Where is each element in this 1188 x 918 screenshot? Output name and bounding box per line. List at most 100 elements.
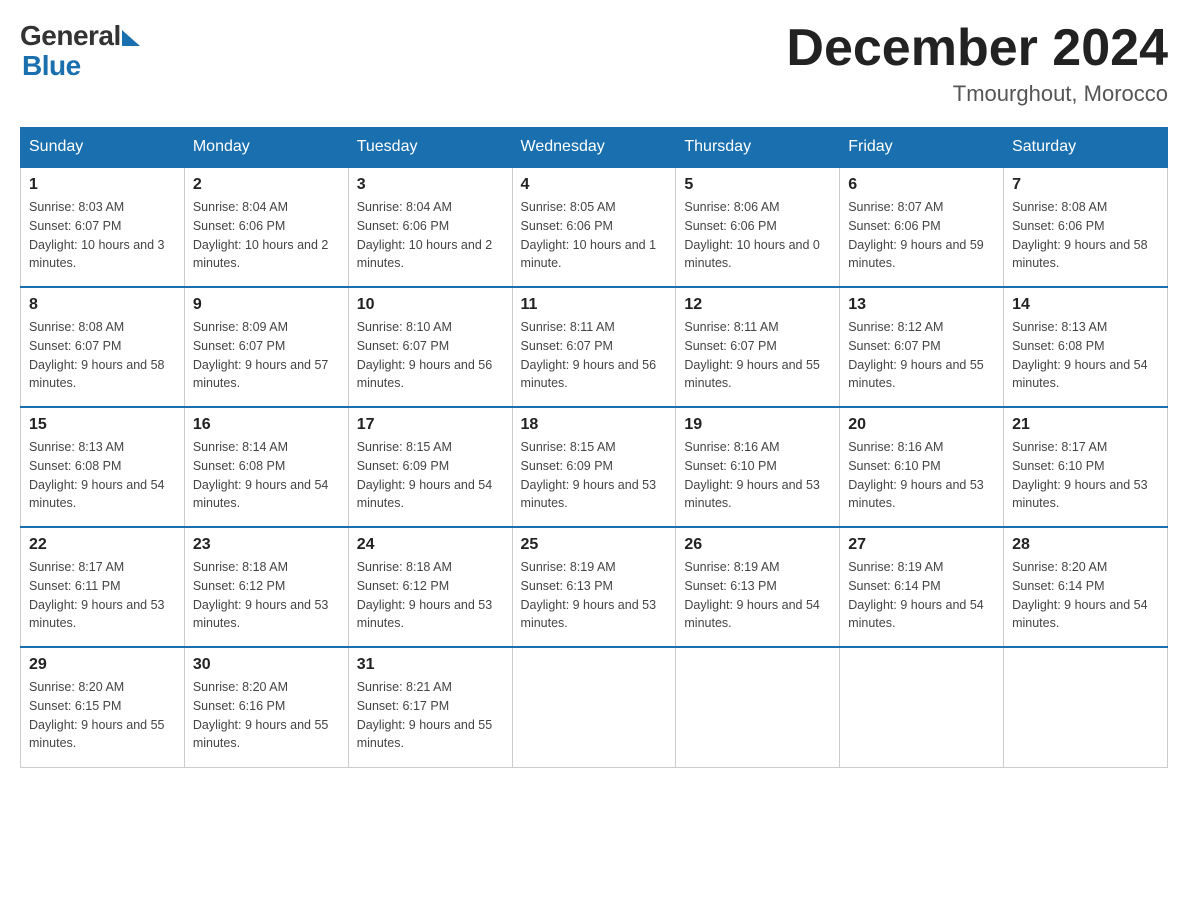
col-wednesday: Wednesday bbox=[512, 128, 676, 168]
table-row: 31 Sunrise: 8:21 AM Sunset: 6:17 PM Dayl… bbox=[348, 647, 512, 767]
day-info: Sunrise: 8:18 AM Sunset: 6:12 PM Dayligh… bbox=[193, 558, 340, 633]
table-row: 14 Sunrise: 8:13 AM Sunset: 6:08 PM Dayl… bbox=[1004, 287, 1168, 407]
table-row: 22 Sunrise: 8:17 AM Sunset: 6:11 PM Dayl… bbox=[21, 527, 185, 647]
day-info: Sunrise: 8:19 AM Sunset: 6:13 PM Dayligh… bbox=[684, 558, 831, 633]
day-number: 30 bbox=[193, 656, 340, 674]
calendar-header-row: Sunday Monday Tuesday Wednesday Thursday… bbox=[21, 128, 1168, 168]
day-number: 13 bbox=[848, 296, 995, 314]
day-number: 12 bbox=[684, 296, 831, 314]
col-monday: Monday bbox=[184, 128, 348, 168]
table-row: 24 Sunrise: 8:18 AM Sunset: 6:12 PM Dayl… bbox=[348, 527, 512, 647]
day-info: Sunrise: 8:16 AM Sunset: 6:10 PM Dayligh… bbox=[848, 438, 995, 513]
calendar-week-row: 8 Sunrise: 8:08 AM Sunset: 6:07 PM Dayli… bbox=[21, 287, 1168, 407]
table-row: 3 Sunrise: 8:04 AM Sunset: 6:06 PM Dayli… bbox=[348, 167, 512, 287]
table-row: 30 Sunrise: 8:20 AM Sunset: 6:16 PM Dayl… bbox=[184, 647, 348, 767]
table-row: 28 Sunrise: 8:20 AM Sunset: 6:14 PM Dayl… bbox=[1004, 527, 1168, 647]
day-info: Sunrise: 8:20 AM Sunset: 6:14 PM Dayligh… bbox=[1012, 558, 1159, 633]
day-info: Sunrise: 8:08 AM Sunset: 6:06 PM Dayligh… bbox=[1012, 198, 1159, 273]
day-number: 9 bbox=[193, 296, 340, 314]
day-info: Sunrise: 8:15 AM Sunset: 6:09 PM Dayligh… bbox=[521, 438, 668, 513]
table-row: 5 Sunrise: 8:06 AM Sunset: 6:06 PM Dayli… bbox=[676, 167, 840, 287]
day-number: 26 bbox=[684, 536, 831, 554]
day-number: 28 bbox=[1012, 536, 1159, 554]
day-number: 15 bbox=[29, 416, 176, 434]
day-number: 2 bbox=[193, 176, 340, 194]
day-info: Sunrise: 8:20 AM Sunset: 6:15 PM Dayligh… bbox=[29, 678, 176, 753]
table-row: 17 Sunrise: 8:15 AM Sunset: 6:09 PM Dayl… bbox=[348, 407, 512, 527]
table-row: 4 Sunrise: 8:05 AM Sunset: 6:06 PM Dayli… bbox=[512, 167, 676, 287]
title-area: December 2024 Tmourghout, Morocco bbox=[786, 20, 1168, 107]
day-number: 23 bbox=[193, 536, 340, 554]
day-number: 5 bbox=[684, 176, 831, 194]
day-number: 17 bbox=[357, 416, 504, 434]
day-number: 29 bbox=[29, 656, 176, 674]
logo-triangle-icon bbox=[122, 30, 140, 46]
day-info: Sunrise: 8:13 AM Sunset: 6:08 PM Dayligh… bbox=[1012, 318, 1159, 393]
table-row: 6 Sunrise: 8:07 AM Sunset: 6:06 PM Dayli… bbox=[840, 167, 1004, 287]
day-number: 14 bbox=[1012, 296, 1159, 314]
table-row: 16 Sunrise: 8:14 AM Sunset: 6:08 PM Dayl… bbox=[184, 407, 348, 527]
day-number: 24 bbox=[357, 536, 504, 554]
logo-general: General bbox=[20, 20, 121, 52]
day-info: Sunrise: 8:11 AM Sunset: 6:07 PM Dayligh… bbox=[521, 318, 668, 393]
day-info: Sunrise: 8:04 AM Sunset: 6:06 PM Dayligh… bbox=[193, 198, 340, 273]
table-row: 26 Sunrise: 8:19 AM Sunset: 6:13 PM Dayl… bbox=[676, 527, 840, 647]
day-info: Sunrise: 8:15 AM Sunset: 6:09 PM Dayligh… bbox=[357, 438, 504, 513]
table-row: 15 Sunrise: 8:13 AM Sunset: 6:08 PM Dayl… bbox=[21, 407, 185, 527]
table-row: 1 Sunrise: 8:03 AM Sunset: 6:07 PM Dayli… bbox=[21, 167, 185, 287]
table-row: 11 Sunrise: 8:11 AM Sunset: 6:07 PM Dayl… bbox=[512, 287, 676, 407]
day-info: Sunrise: 8:11 AM Sunset: 6:07 PM Dayligh… bbox=[684, 318, 831, 393]
day-number: 31 bbox=[357, 656, 504, 674]
calendar-week-row: 1 Sunrise: 8:03 AM Sunset: 6:07 PM Dayli… bbox=[21, 167, 1168, 287]
page-header: General Blue December 2024 Tmourghout, M… bbox=[20, 20, 1168, 107]
table-row: 13 Sunrise: 8:12 AM Sunset: 6:07 PM Dayl… bbox=[840, 287, 1004, 407]
table-row: 23 Sunrise: 8:18 AM Sunset: 6:12 PM Dayl… bbox=[184, 527, 348, 647]
day-info: Sunrise: 8:16 AM Sunset: 6:10 PM Dayligh… bbox=[684, 438, 831, 513]
table-row: 21 Sunrise: 8:17 AM Sunset: 6:10 PM Dayl… bbox=[1004, 407, 1168, 527]
day-number: 20 bbox=[848, 416, 995, 434]
table-row: 9 Sunrise: 8:09 AM Sunset: 6:07 PM Dayli… bbox=[184, 287, 348, 407]
logo-blue: Blue bbox=[22, 50, 81, 82]
day-number: 19 bbox=[684, 416, 831, 434]
day-info: Sunrise: 8:14 AM Sunset: 6:08 PM Dayligh… bbox=[193, 438, 340, 513]
day-info: Sunrise: 8:04 AM Sunset: 6:06 PM Dayligh… bbox=[357, 198, 504, 273]
day-number: 6 bbox=[848, 176, 995, 194]
day-info: Sunrise: 8:20 AM Sunset: 6:16 PM Dayligh… bbox=[193, 678, 340, 753]
day-info: Sunrise: 8:08 AM Sunset: 6:07 PM Dayligh… bbox=[29, 318, 176, 393]
table-row: 10 Sunrise: 8:10 AM Sunset: 6:07 PM Dayl… bbox=[348, 287, 512, 407]
table-row: 19 Sunrise: 8:16 AM Sunset: 6:10 PM Dayl… bbox=[676, 407, 840, 527]
col-tuesday: Tuesday bbox=[348, 128, 512, 168]
day-number: 21 bbox=[1012, 416, 1159, 434]
day-info: Sunrise: 8:06 AM Sunset: 6:06 PM Dayligh… bbox=[684, 198, 831, 273]
table-row: 2 Sunrise: 8:04 AM Sunset: 6:06 PM Dayli… bbox=[184, 167, 348, 287]
table-row: 8 Sunrise: 8:08 AM Sunset: 6:07 PM Dayli… bbox=[21, 287, 185, 407]
day-info: Sunrise: 8:17 AM Sunset: 6:11 PM Dayligh… bbox=[29, 558, 176, 633]
table-row bbox=[512, 647, 676, 767]
day-info: Sunrise: 8:07 AM Sunset: 6:06 PM Dayligh… bbox=[848, 198, 995, 273]
table-row bbox=[840, 647, 1004, 767]
calendar-table: Sunday Monday Tuesday Wednesday Thursday… bbox=[20, 127, 1168, 768]
day-number: 4 bbox=[521, 176, 668, 194]
calendar-week-row: 29 Sunrise: 8:20 AM Sunset: 6:15 PM Dayl… bbox=[21, 647, 1168, 767]
day-number: 25 bbox=[521, 536, 668, 554]
table-row: 18 Sunrise: 8:15 AM Sunset: 6:09 PM Dayl… bbox=[512, 407, 676, 527]
day-info: Sunrise: 8:10 AM Sunset: 6:07 PM Dayligh… bbox=[357, 318, 504, 393]
calendar-week-row: 15 Sunrise: 8:13 AM Sunset: 6:08 PM Dayl… bbox=[21, 407, 1168, 527]
table-row: 27 Sunrise: 8:19 AM Sunset: 6:14 PM Dayl… bbox=[840, 527, 1004, 647]
day-info: Sunrise: 8:18 AM Sunset: 6:12 PM Dayligh… bbox=[357, 558, 504, 633]
day-number: 3 bbox=[357, 176, 504, 194]
table-row bbox=[676, 647, 840, 767]
table-row bbox=[1004, 647, 1168, 767]
day-number: 11 bbox=[521, 296, 668, 314]
day-number: 10 bbox=[357, 296, 504, 314]
calendar-week-row: 22 Sunrise: 8:17 AM Sunset: 6:11 PM Dayl… bbox=[21, 527, 1168, 647]
month-title: December 2024 bbox=[786, 20, 1168, 77]
col-friday: Friday bbox=[840, 128, 1004, 168]
col-saturday: Saturday bbox=[1004, 128, 1168, 168]
location: Tmourghout, Morocco bbox=[786, 81, 1168, 107]
day-number: 8 bbox=[29, 296, 176, 314]
day-number: 16 bbox=[193, 416, 340, 434]
day-info: Sunrise: 8:19 AM Sunset: 6:14 PM Dayligh… bbox=[848, 558, 995, 633]
table-row: 20 Sunrise: 8:16 AM Sunset: 6:10 PM Dayl… bbox=[840, 407, 1004, 527]
day-info: Sunrise: 8:03 AM Sunset: 6:07 PM Dayligh… bbox=[29, 198, 176, 273]
